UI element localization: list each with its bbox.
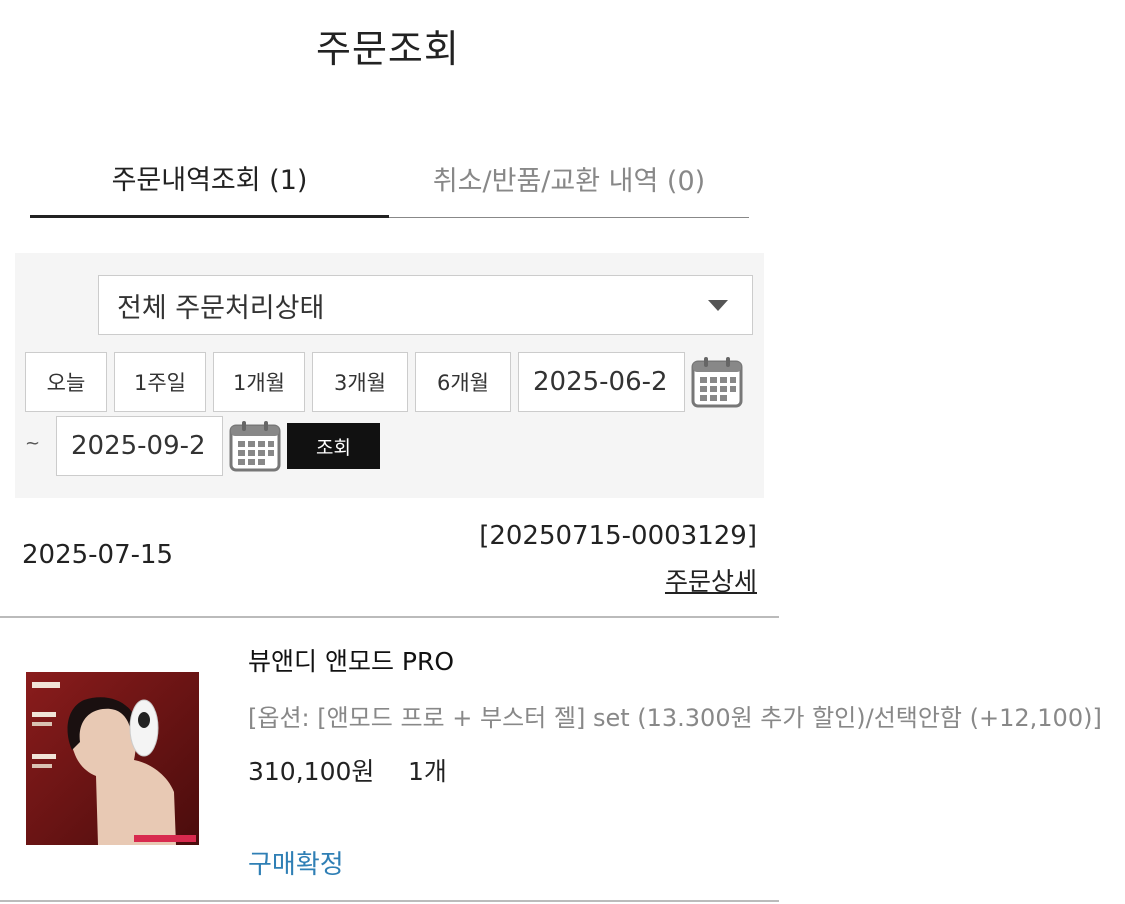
period-3months-button[interactable]: 3개월 (312, 352, 408, 412)
period-1month-button[interactable]: 1개월 (213, 352, 305, 412)
product-quantity: 1개 (408, 757, 447, 786)
calendar-icon[interactable] (229, 420, 281, 472)
period-6months-button[interactable]: 6개월 (415, 352, 511, 412)
order-number: [20250715-0003129] (479, 521, 757, 551)
divider (0, 616, 779, 618)
end-date-input[interactable]: 2025-09-2 (56, 416, 223, 476)
product-option: [옵션: [앤모드 프로 + 부스터 젤] set (13.300원 추가 할인… (248, 704, 1102, 732)
order-status-value: 전체 주문처리상태 (117, 292, 325, 324)
chevron-down-icon (708, 300, 728, 311)
order-detail-link[interactable]: 주문상세 (665, 562, 757, 598)
order-date: 2025-07-15 (22, 540, 174, 570)
calendar-icon[interactable] (691, 356, 743, 408)
order-status-select[interactable]: 전체 주문처리상태 (98, 275, 753, 335)
order-tabs: 주문내역조회 (1) 취소/반품/교환 내역 (0) (30, 140, 749, 220)
product-name[interactable]: 뷰앤디 앤모드 PRO (248, 642, 454, 678)
tab-order-history[interactable]: 주문내역조회 (1) (30, 140, 389, 218)
search-button[interactable]: 조회 (287, 423, 380, 469)
product-image (26, 672, 199, 845)
filter-panel: 전체 주문처리상태 오늘 1주일 1개월 3개월 6개월 2025-06-2 ~… (15, 253, 764, 498)
product-price: 310,100원 (248, 757, 375, 786)
period-1week-button[interactable]: 1주일 (114, 352, 206, 412)
divider (0, 900, 779, 902)
period-today-button[interactable]: 오늘 (25, 352, 107, 412)
date-range-separator: ~ (25, 433, 41, 454)
purchase-confirm-status[interactable]: 구매확정 (248, 844, 344, 881)
product-thumbnail[interactable] (26, 672, 199, 845)
tab-cancel-return-exchange[interactable]: 취소/반품/교환 내역 (0) (389, 140, 749, 218)
start-date-input[interactable]: 2025-06-2 (518, 352, 685, 412)
page-title: 주문조회 (316, 27, 460, 71)
